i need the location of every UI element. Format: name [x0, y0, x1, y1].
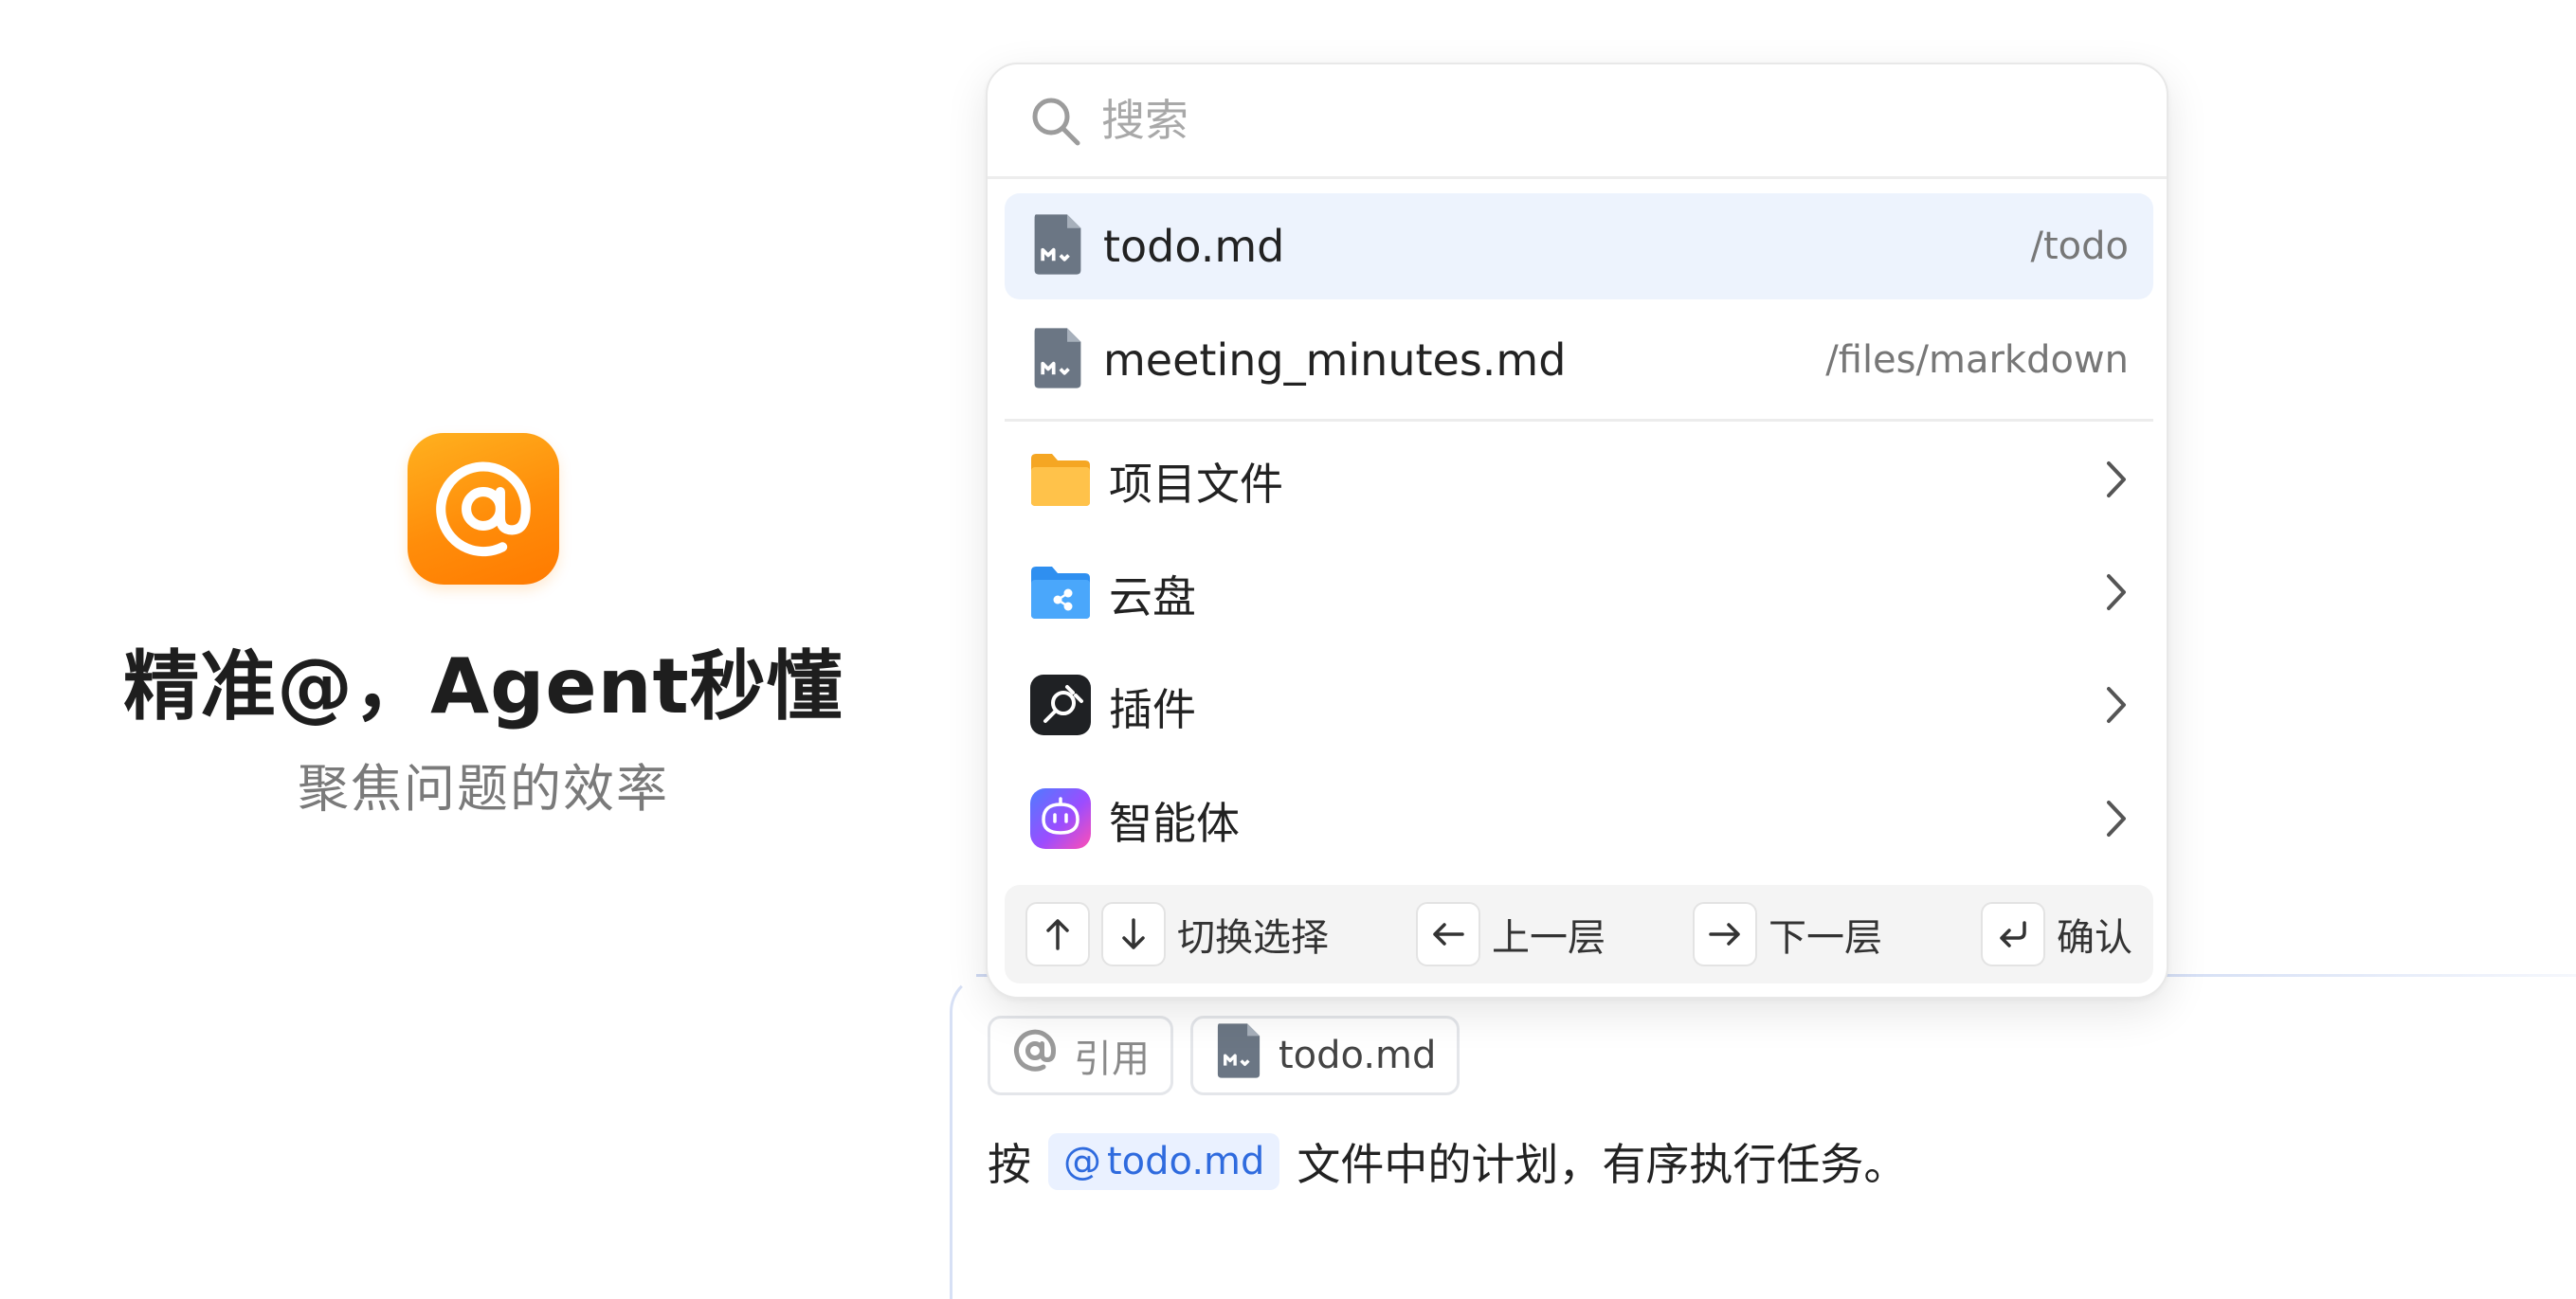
file-name: todo.md: [1103, 221, 1285, 272]
at-sign-icon: [408, 433, 559, 585]
hero-section: 精准@，Agent秒懂 聚焦问题的效率: [0, 0, 967, 1255]
agent-bot-icon: [1029, 787, 1092, 854]
category-item-cloud-drive[interactable]: 云盘: [1005, 541, 2153, 647]
chevron-right-icon: [2104, 459, 2129, 504]
category-label: 云盘: [1109, 571, 1196, 622]
hero-title: 精准@，Agent秒懂: [123, 642, 844, 731]
file-path: /files/markdown: [1825, 338, 2129, 382]
keyboard-hints-bar: 切换选择 上一层 下一层 确认: [1005, 885, 2153, 983]
category-label: 智能体: [1109, 798, 1240, 849]
mention-at-icon: @: [1063, 1140, 1101, 1183]
arrow-up-key-icon: [1025, 902, 1090, 966]
chevron-right-icon: [2104, 571, 2129, 617]
arrow-right-key-icon: [1693, 902, 1757, 966]
hint-confirm: 确认: [1981, 902, 2132, 966]
category-label: 插件: [1109, 684, 1196, 735]
chevron-right-icon: [2104, 798, 2129, 843]
search-icon: [1029, 95, 1082, 152]
hint-switch-selection: 切换选择: [1025, 902, 1329, 966]
file-mention[interactable]: @ todo.md: [1048, 1133, 1280, 1190]
search-bar: [988, 64, 2167, 179]
attached-file-name: todo.md: [1279, 1034, 1437, 1077]
composer-chips: 引用 todo.md: [988, 1016, 1460, 1095]
file-result-item[interactable]: todo.md /todo: [1005, 193, 2153, 299]
file-path: /todo: [2030, 225, 2130, 268]
category-label: 项目文件: [1109, 459, 1283, 510]
mention-file-name: todo.md: [1107, 1140, 1265, 1183]
hero-subtitle: 聚焦问题的效率: [298, 759, 669, 819]
markdown-file-icon: [1029, 327, 1086, 393]
category-item-plugins[interactable]: 插件: [1005, 654, 2153, 760]
hint-up-label: 上一层: [1492, 916, 1605, 960]
at-sign-icon: [1011, 1027, 1059, 1084]
quote-label: 引用: [1074, 1037, 1150, 1081]
file-name: meeting_minutes.md: [1103, 334, 1567, 386]
cloud-drive-folder-icon: [1029, 564, 1092, 624]
composer-text-after: 文件中的计划，有序执行任务。: [1297, 1139, 1908, 1190]
hint-confirm-label: 确认: [2057, 916, 2132, 960]
category-item-agents[interactable]: 智能体: [1005, 767, 2153, 874]
list-divider: [1005, 419, 2153, 422]
markdown-file-icon: [1029, 213, 1086, 280]
quote-button[interactable]: 引用: [988, 1016, 1173, 1095]
arrow-down-key-icon: [1101, 902, 1166, 966]
file-result-item[interactable]: meeting_minutes.md /files/markdown: [1005, 307, 2153, 413]
hint-down-label: 下一层: [1769, 916, 1882, 960]
chevron-right-icon: [2104, 684, 2129, 730]
folder-icon: [1029, 451, 1092, 512]
hint-parent-level: 上一层: [1416, 902, 1605, 966]
search-input[interactable]: [1101, 87, 2125, 153]
markdown-file-icon: [1214, 1022, 1263, 1089]
plugin-icon: [1029, 674, 1092, 740]
hint-switch-label: 切换选择: [1177, 916, 1329, 960]
composer-text-before: 按: [988, 1139, 1031, 1190]
hint-child-level: 下一层: [1693, 902, 1882, 966]
attached-file-chip[interactable]: todo.md: [1190, 1016, 1460, 1095]
enter-key-icon: [1981, 902, 2045, 966]
composer-text[interactable]: 按 @ todo.md 文件中的计划，有序执行任务。: [988, 1128, 1907, 1196]
mention-picker-popup: todo.md /todo meeting_minutes.md /files/…: [986, 63, 2168, 999]
arrow-left-key-icon: [1416, 902, 1480, 966]
category-item-project-files[interactable]: 项目文件: [1005, 428, 2153, 534]
